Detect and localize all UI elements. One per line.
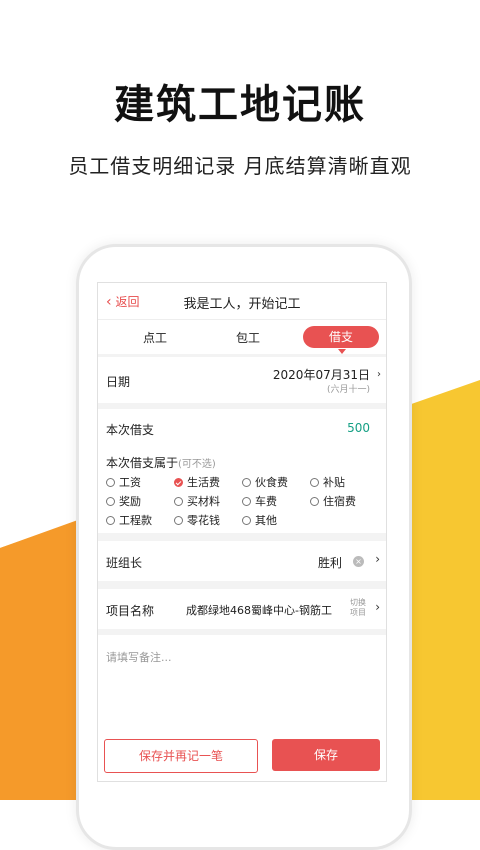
radio-icon (242, 516, 251, 525)
option-label: 生活费 (187, 476, 220, 489)
top-bar: ‹ 返回 我是工人，开始记工 (98, 283, 386, 320)
option-label: 伙食费 (255, 476, 288, 489)
page-title: 我是工人，开始记工 (183, 297, 301, 312)
option-label: 奖励 (119, 495, 141, 508)
category-section: 本次借支属于(可不选) 工资 生活费 伙食费 补贴 奖励 买材料 车费 住宿费 … (98, 447, 386, 533)
date-trailing-mark: › (377, 369, 381, 380)
record-type-tabs: 点工 包工 借支 (98, 320, 386, 354)
note-input[interactable]: 请填写备注... (106, 649, 172, 665)
option-label: 买材料 (187, 495, 220, 508)
app-screen: ‹ 返回 我是工人，开始记工 点工 包工 借支 日期 2020年07月31日 (… (97, 282, 387, 782)
leader-row[interactable]: 班组长 胜利 × › (98, 541, 386, 581)
option-project-payment[interactable]: 工程款 (106, 512, 152, 528)
amount-value[interactable]: 500 (347, 421, 370, 435)
project-value: 成都绿地468蜀峰中心-钢筋工 (186, 604, 332, 617)
save-button[interactable]: 保存 (272, 739, 380, 771)
project-row[interactable]: 项目名称 成都绿地468蜀峰中心-钢筋工 切换 项目 › (98, 589, 386, 629)
tab-indicator-caret (338, 349, 346, 354)
option-materials[interactable]: 买材料 (174, 493, 220, 509)
switch-line-2: 项目 (350, 608, 366, 617)
option-living[interactable]: 生活费 (174, 474, 220, 490)
note-section: 请填写备注... 保存并再记一笔 保存 (98, 635, 386, 781)
radio-icon (242, 497, 251, 506)
hero-headline: 建筑工地记账 (114, 82, 366, 128)
category-label: 本次借支属于(可不选) (106, 454, 216, 471)
option-label: 车费 (255, 495, 277, 508)
lunar-date: (六月十一) (326, 385, 370, 395)
chevron-right-icon: › (375, 552, 380, 566)
chevron-right-icon: › (375, 600, 380, 614)
option-pocket-money[interactable]: 零花钱 (174, 512, 220, 528)
option-label: 住宿费 (323, 495, 356, 508)
radio-icon (106, 497, 115, 506)
clear-icon[interactable]: × (353, 556, 364, 567)
date-row[interactable]: 日期 2020年07月31日 (六月十一) › (98, 357, 386, 403)
radio-icon (310, 478, 319, 487)
category-hint: (可不选) (178, 459, 216, 470)
option-label: 补贴 (323, 476, 345, 489)
radio-icon (174, 497, 183, 506)
option-meals[interactable]: 伙食费 (242, 474, 288, 490)
date-value: 2020年07月31日 (272, 368, 370, 382)
radio-icon (106, 516, 115, 525)
radio-icon (174, 516, 183, 525)
checked-radio-icon (174, 478, 183, 487)
switch-project-button[interactable]: 切换 项目 (350, 598, 366, 618)
date-label: 日期 (106, 375, 131, 389)
option-label: 零花钱 (187, 514, 220, 527)
category-title: 本次借支属于 (106, 456, 179, 470)
leader-value: 胜利 (317, 556, 342, 570)
switch-line-1: 切换 (350, 598, 366, 607)
save-and-continue-button[interactable]: 保存并再记一笔 (104, 739, 258, 773)
option-other[interactable]: 其他 (242, 512, 277, 528)
option-fare[interactable]: 车费 (242, 493, 277, 509)
leader-label: 班组长 (106, 556, 143, 570)
tab-contract-work[interactable]: 包工 (236, 329, 260, 346)
option-wage[interactable]: 工资 (106, 474, 141, 490)
amount-row[interactable]: 本次借支 500 (98, 409, 386, 447)
radio-icon (310, 497, 319, 506)
project-label: 项目名称 (106, 604, 155, 618)
hero-subline: 员工借支明细记录 月底结算清晰直观 (68, 154, 412, 178)
option-label: 其他 (255, 514, 277, 527)
radio-icon (106, 478, 115, 487)
amount-label: 本次借支 (106, 423, 155, 437)
option-label: 工程款 (119, 514, 152, 527)
tab-daily-work[interactable]: 点工 (143, 329, 167, 346)
option-label: 工资 (119, 476, 141, 489)
category-options: 工资 生活费 伙食费 补贴 奖励 买材料 车费 住宿费 工程款 零花钱 其他 (106, 474, 386, 532)
radio-icon (242, 478, 251, 487)
option-lodging[interactable]: 住宿费 (310, 493, 356, 509)
option-bonus[interactable]: 奖励 (106, 493, 141, 509)
tab-borrow[interactable]: 借支 (303, 326, 379, 348)
option-subsidy[interactable]: 补贴 (310, 474, 345, 490)
